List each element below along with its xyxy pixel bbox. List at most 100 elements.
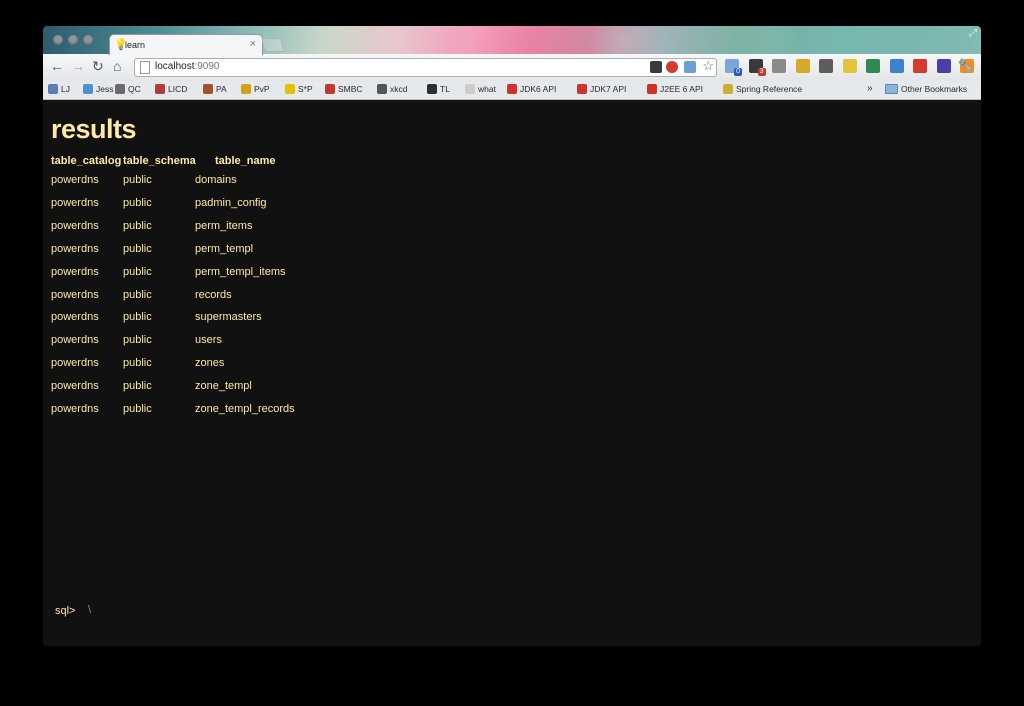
table-cell: public [123,311,152,324]
bookmark-item[interactable]: JDK7 API [577,84,626,94]
bookmark-label: QC [128,84,141,94]
bookmark-favicon-icon [285,84,295,94]
title-bar: 💡 learn × ⤢ [43,26,981,55]
bookmark-favicon-icon [507,84,517,94]
phone-icon[interactable] [866,59,880,73]
bookmark-label: Spring Reference [736,84,803,94]
sql-input[interactable] [85,601,288,619]
table-cell: zones [195,357,225,370]
page-icon [140,61,150,74]
bookmark-label: J2EE 6 API [660,84,703,94]
table-cell: zone_templ_records [195,403,295,415]
bus-icon[interactable] [795,59,810,73]
table-cell: users [195,334,222,347]
bookmark-item[interactable]: xkcd [377,84,407,94]
mail-icon[interactable] [889,59,904,73]
table-cell: powerdns [51,403,99,415]
extension-badge: 0 [734,68,742,76]
bookmark-item[interactable]: S*P [285,84,313,94]
evernote-icon[interactable] [819,59,833,73]
page-title: results [51,114,137,144]
bookmark-favicon-icon [83,84,93,94]
bookmark-label: LICD [168,84,188,94]
bookmark-item[interactable]: TL [427,84,450,94]
close-icon[interactable]: × [250,38,256,50]
bookmark-label: JDK7 API [590,84,627,94]
column-header-table-name: table_name [215,155,276,167]
tab-learn[interactable]: 💡 learn × [109,34,263,55]
close-window-button[interactable] [53,35,63,45]
zoom-window-button[interactable] [83,35,93,45]
bookmark-item[interactable]: PvP [241,84,270,94]
table-cell: powerdns [51,288,99,301]
bookmark-label: Jess [96,84,114,94]
table-row: powerdns public zones [43,357,443,377]
bookmark-label: TL [440,84,450,94]
table-cell: powerdns [51,265,99,278]
table-cell: public [123,265,152,278]
reload-icon[interactable]: ↻ [92,58,104,74]
table-cell: records [195,288,232,301]
stackoverflow-icon[interactable]: 3 [748,59,766,76]
table-cell: public [123,403,152,415]
bookmark-item[interactable]: JDK6 API [507,84,556,94]
table-row: powerdns public domains [43,174,443,194]
table-cell: public [123,174,152,186]
pen-icon[interactable] [650,61,662,73]
table-cell: powerdns [51,334,99,347]
table-row: powerdns public perm_items [43,220,443,240]
bookmarks-bar: LJ Jess QC LICD PA PvP S*P SMBC xkcd TL what JDK6 A… [43,81,981,100]
image-icon[interactable] [684,61,696,73]
home-icon[interactable]: ⌂ [113,58,121,74]
table-cell: public [123,219,152,232]
bookmark-item[interactable]: SMBC [325,84,363,94]
extension-badge: 3 [757,68,766,76]
bookmark-favicon-icon [427,84,437,94]
bookmark-label: LJ [61,84,70,94]
bookmark-favicon-icon [155,84,165,94]
bookmark-favicon-icon [325,84,335,94]
minimize-window-button[interactable] [68,35,78,45]
tag-icon[interactable] [842,59,857,73]
column-header-table-catalog: table_catalog [51,155,122,167]
other-bookmarks-folder[interactable]: Other Bookmarks [885,84,967,94]
table-cell: padmin_config [195,196,267,209]
table-cell: powerdns [51,174,99,186]
fullscreen-icon[interactable]: ⤢ [969,28,977,39]
tool-icon[interactable] [772,59,786,73]
table-row: powerdns public users [43,334,443,354]
table-cell: public [123,357,152,370]
table-cell: powerdns [51,357,99,370]
bookmark-favicon-icon [203,84,213,94]
bookmark-item[interactable]: Jess [83,84,113,94]
stackexchange-icon[interactable]: 0 [725,59,742,76]
bookmark-star-icon[interactable]: ☆ [702,58,714,74]
table-cell: supermasters [195,311,262,324]
browser-window: 💡 learn × ⤢ ← → ↻ ⌂ localhost:9090 ☆ 0 3 … [43,26,981,646]
tab-title: learn [125,40,146,50]
back-arrow-icon[interactable]: ← [50,58,64,74]
forward-arrow-icon[interactable]: → [71,58,85,74]
opera-icon[interactable] [913,59,927,73]
adblock-icon[interactable] [666,61,678,73]
address-bar[interactable]: localhost:9090 ☆ [134,58,717,77]
bookmark-item[interactable]: Spring Reference [723,84,802,94]
bookmark-label: what [478,84,496,94]
table-cell: domains [195,174,237,186]
table-cell: powerdns [51,219,99,232]
bookmark-item[interactable]: J2EE 6 API [647,84,703,94]
table-cell: perm_items [195,219,253,232]
wrench-icon[interactable]: 🔧 [958,58,974,74]
bookmark-item[interactable]: what [465,84,496,94]
new-tab-button[interactable] [261,38,285,52]
bookmark-label: xkcd [390,84,408,94]
more-bookmarks-chevron-icon[interactable]: » [867,83,873,94]
spy-icon[interactable] [936,59,951,73]
bookmark-item[interactable]: PA [203,84,227,94]
bookmark-item[interactable]: QC [115,84,141,94]
folder-icon [885,84,898,94]
bookmark-item[interactable]: LICD [155,84,187,94]
bookmark-item[interactable]: LJ [48,84,70,94]
table-row: powerdns public perm_templ [43,243,443,263]
page-content: results table_catalog table_schema table… [43,100,981,646]
